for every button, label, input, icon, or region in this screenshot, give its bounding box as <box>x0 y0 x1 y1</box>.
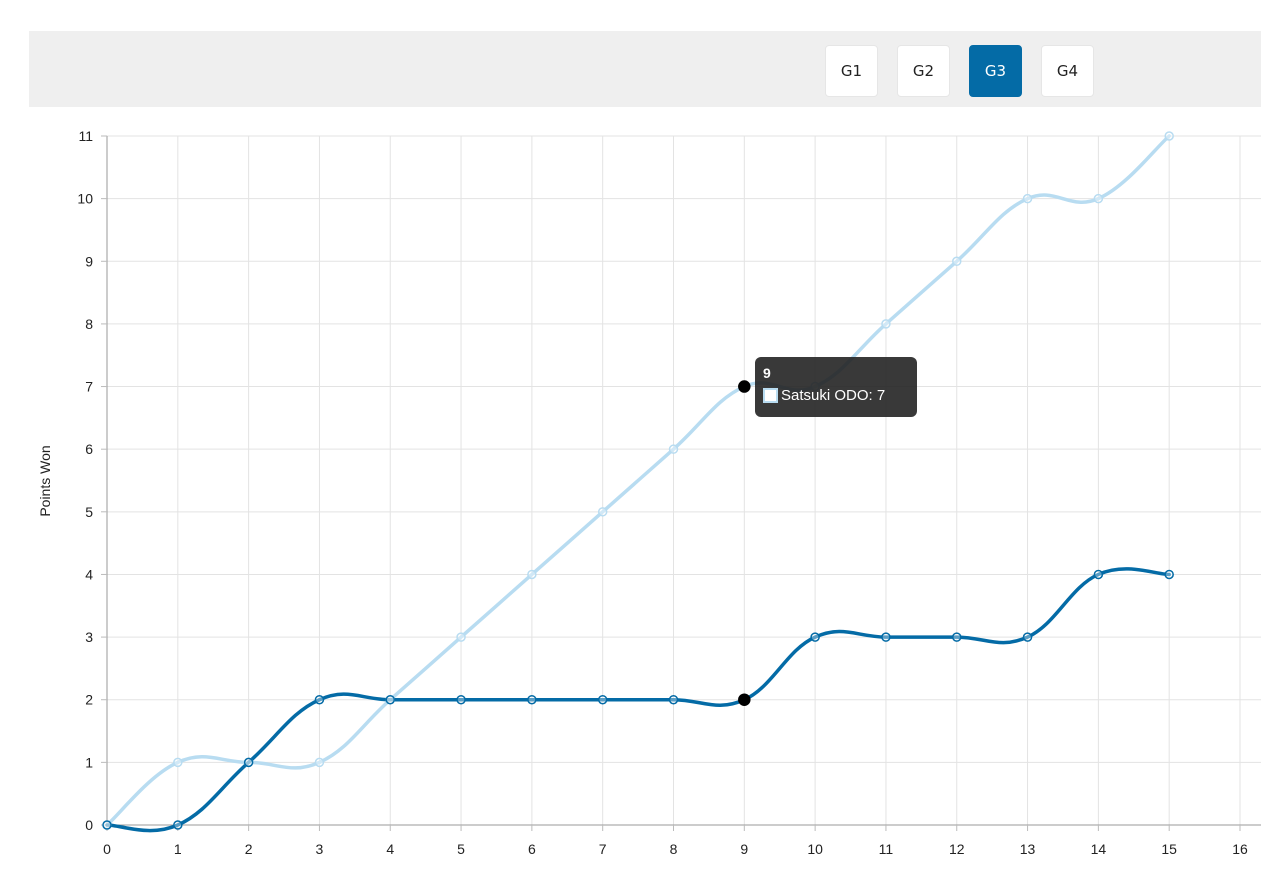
series-2-point <box>527 694 537 705</box>
chart-series <box>102 131 1174 833</box>
series-2-point <box>881 632 891 642</box>
series-2-point <box>1164 569 1174 580</box>
series-line-1 <box>105 134 1171 827</box>
x-tick-label: 16 <box>1232 841 1248 857</box>
x-tick-label: 8 <box>670 841 678 857</box>
y-tick-label: 3 <box>85 629 93 645</box>
series-2-point <box>456 694 466 705</box>
series-1-point <box>1164 131 1174 141</box>
y-tick-label: 1 <box>85 754 93 770</box>
x-tick-label: 10 <box>807 841 823 857</box>
series-1-point <box>952 256 962 267</box>
y-tick-label: 9 <box>85 253 93 269</box>
series-1-point <box>597 507 608 517</box>
chart-ticks: 0 1 2 3 4 5 6 7 8 9 10 11 12 13 14 15 1601234567891011 <box>77 128 1248 857</box>
y-tick-label: 10 <box>77 191 93 207</box>
y-tick-label: 0 <box>85 817 93 833</box>
series-2-point <box>102 820 112 830</box>
chart-axes <box>106 136 1261 826</box>
series-1-point <box>456 632 466 642</box>
y-tick-label: 11 <box>78 128 93 144</box>
x-tick-label: 11 <box>879 841 894 857</box>
series-2-point <box>1022 632 1033 642</box>
x-tick-label: 14 <box>1091 841 1107 857</box>
x-tick-label: 12 <box>949 841 965 857</box>
series-2-point <box>243 757 254 768</box>
tooltip-series-swatch <box>763 388 778 403</box>
x-tick-label: 2 <box>245 841 253 857</box>
x-tick-label: 4 <box>386 841 394 857</box>
y-tick-label: 7 <box>85 379 93 395</box>
y-axis-label: Points Won <box>37 445 53 516</box>
series-2-point <box>173 820 183 830</box>
tooltip-title: 9 <box>763 365 771 381</box>
points-won-line-chart: 0 1 2 3 4 5 6 7 8 9 10 11 12 13 14 15 1601234567891011 P… <box>37 128 1261 857</box>
series-1-point <box>173 757 183 768</box>
chart-tooltip: 9 Satsuki ODO: 7 <box>755 357 917 417</box>
chart-grid <box>106 135 1261 826</box>
y-tick-label: 5 <box>85 504 93 520</box>
series-2-point <box>597 694 608 705</box>
series-2-point <box>952 632 962 642</box>
tooltip-series-label: Satsuki ODO: 7 <box>781 387 886 404</box>
x-tick-label: 13 <box>1020 841 1036 857</box>
series-2-point <box>810 632 820 642</box>
series-2-point <box>738 693 751 706</box>
series-2-point <box>314 694 325 705</box>
series-1-point <box>668 444 679 454</box>
x-tick-label: 5 <box>457 841 465 857</box>
x-tick-label: 6 <box>528 841 536 857</box>
y-tick-label: 6 <box>85 441 93 457</box>
x-tick-label: 9 <box>740 841 748 857</box>
series-2-point <box>385 694 395 705</box>
series-1-point <box>527 569 537 580</box>
series-2-point <box>1093 569 1104 580</box>
x-tick-label: 3 <box>316 841 324 857</box>
series-1-point <box>738 380 751 393</box>
series-1-point <box>1022 193 1033 204</box>
x-tick-label: 7 <box>599 841 607 857</box>
y-tick-label: 8 <box>85 316 93 332</box>
y-tick-label: 2 <box>85 692 93 708</box>
x-tick-label: 1 <box>174 841 182 857</box>
x-tick-label: 0 <box>103 841 111 857</box>
series-1-point <box>881 319 891 329</box>
series-1-point <box>1093 193 1104 204</box>
x-tick-label: 15 <box>1161 841 1177 857</box>
series-2-point <box>668 694 679 705</box>
series-1-point <box>314 757 325 768</box>
y-tick-label: 4 <box>85 566 93 582</box>
